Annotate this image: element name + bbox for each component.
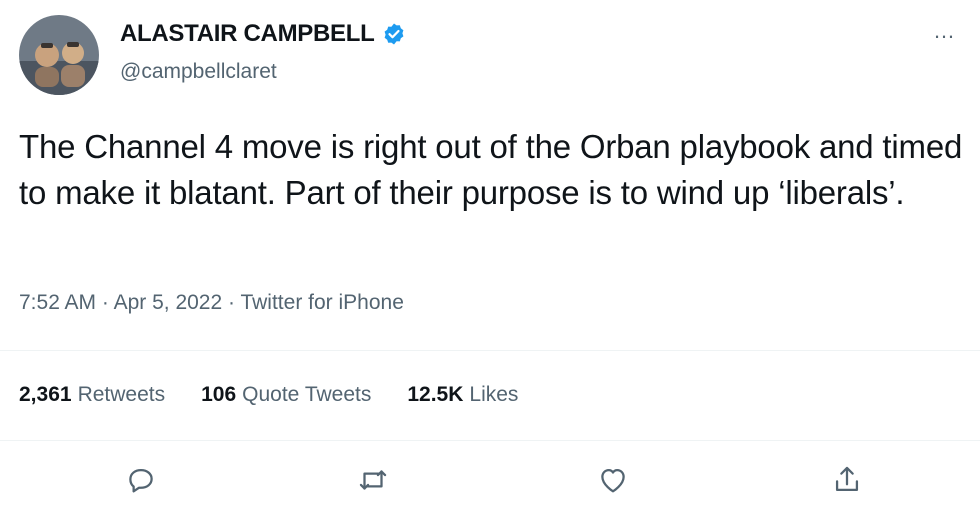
like-icon[interactable] xyxy=(596,463,630,497)
author-display-name[interactable]: ALASTAIR CAMPBELL xyxy=(120,20,375,48)
likes-label: Likes xyxy=(469,383,519,406)
tweet-meta: 7:52 AM · Apr 5, 2022 · Twitter for iPho… xyxy=(19,291,404,315)
quote-tweets-count: 106 xyxy=(201,383,237,406)
likes-count: 12.5K xyxy=(407,383,464,406)
retweets-label: Retweets xyxy=(77,383,166,406)
meta-separator: · xyxy=(96,291,114,314)
tweet-time[interactable]: 7:52 AM xyxy=(19,291,96,314)
divider xyxy=(0,350,980,351)
author-name-row: ALASTAIR CAMPBELL xyxy=(120,20,406,48)
more-icon[interactable]: … xyxy=(933,18,956,44)
tweet-card: ALASTAIR CAMPBELL @campbellclaret … The … xyxy=(0,0,980,523)
avatar-image xyxy=(19,15,99,95)
quote-tweets-stat[interactable]: 106 Quote Tweets xyxy=(201,383,371,407)
tweet-date[interactable]: Apr 5, 2022 xyxy=(114,291,223,314)
divider xyxy=(0,440,980,441)
likes-stat[interactable]: 12.5K Likes xyxy=(407,383,518,407)
tweet-source[interactable]: Twitter for iPhone xyxy=(240,291,403,314)
tweet-stats: 2,361 Retweets 106 Quote Tweets 12.5K Likes xyxy=(19,383,518,407)
avatar[interactable] xyxy=(19,15,99,95)
share-icon[interactable] xyxy=(830,463,864,497)
retweets-count: 2,361 xyxy=(19,383,72,406)
tweet-text: The Channel 4 move is right out of the O… xyxy=(19,128,963,211)
quote-tweets-label: Quote Tweets xyxy=(242,383,372,406)
verified-badge-icon xyxy=(382,22,406,46)
author-handle[interactable]: @campbellclaret xyxy=(120,60,277,84)
retweet-icon[interactable] xyxy=(356,463,390,497)
meta-separator: · xyxy=(222,291,241,314)
action-bar xyxy=(0,455,980,505)
retweets-stat[interactable]: 2,361 Retweets xyxy=(19,383,165,407)
reply-icon[interactable] xyxy=(124,463,158,497)
